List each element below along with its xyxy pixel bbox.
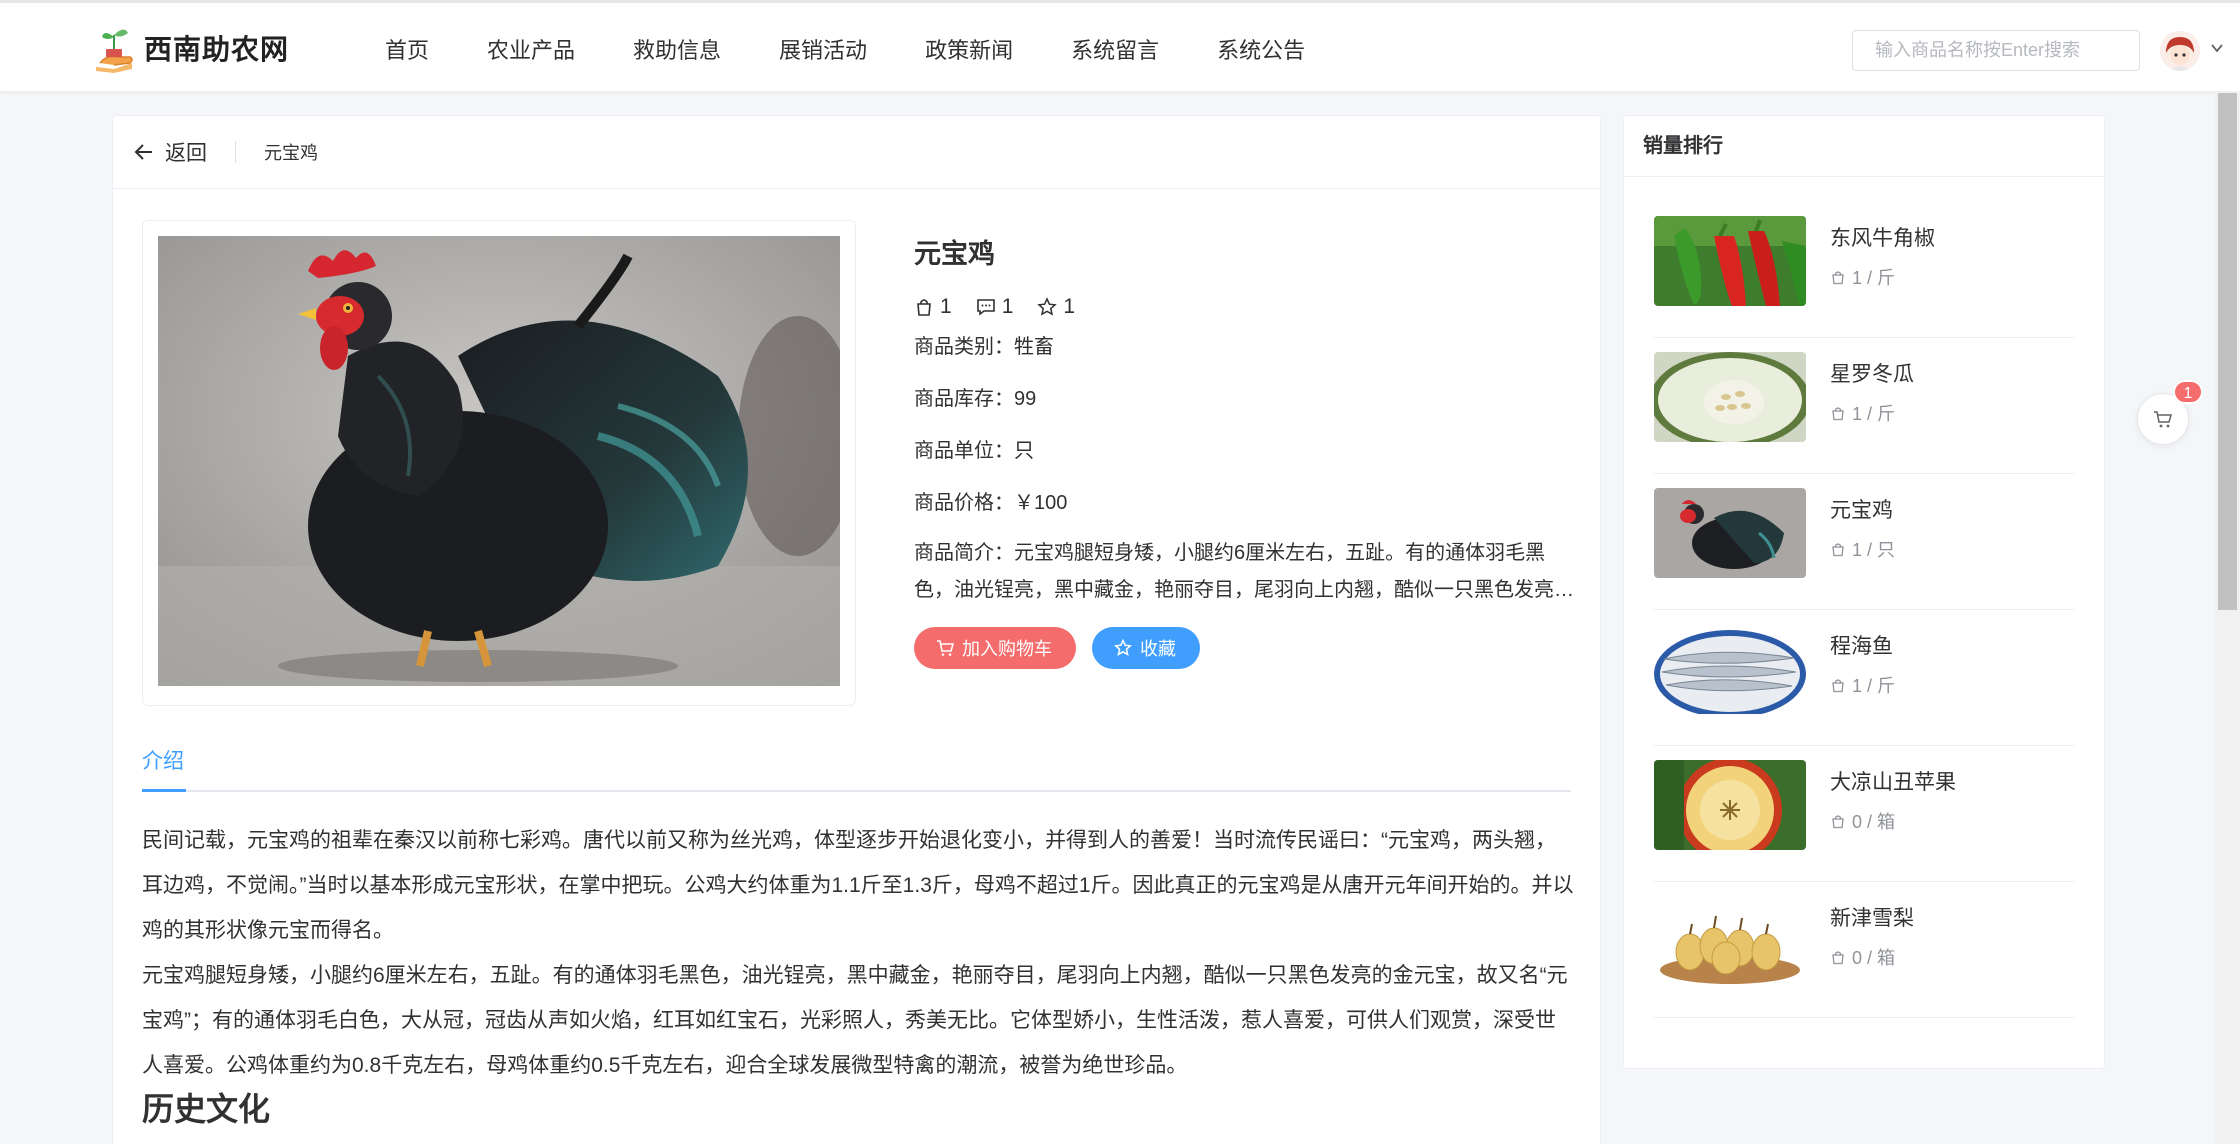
product-price: 商品价格：￥100	[914, 492, 1068, 514]
product-detail-card: 返回 元宝鸡 元宝鸡 1 1 1 商品类别：牲畜 商品库存：99 商品单位：只 …	[112, 115, 1601, 1144]
description-paragraph: 民间记载，元宝鸡的祖辈在秦汉以前称七彩鸡。唐代以前又称为丝光鸡，体型逐步开始退化…	[142, 829, 1574, 942]
product-thumbnail	[1654, 896, 1806, 986]
shopping-bag-icon	[917, 299, 931, 316]
logo-icon	[96, 29, 133, 73]
ranking-item-name: 新津雪梨	[1830, 907, 1914, 930]
favorite-button[interactable]: 收藏	[1092, 627, 1200, 669]
nav-announcements[interactable]: 系统公告	[1217, 33, 1305, 65]
product-description: 民间记载，元宝鸡的祖辈在秦汉以前称七彩鸡。唐代以前又称为丝光鸡，体型逐步开始退化…	[142, 818, 1574, 1088]
ranking-item[interactable]: 新津雪梨 0 / 箱	[1654, 882, 2074, 1018]
nav-messages[interactable]: 系统留言	[1071, 33, 1159, 65]
product-thumbnail	[1654, 624, 1806, 714]
ranking-item-name: 东风牛角椒	[1830, 227, 1935, 250]
tab-introduction[interactable]: 介绍	[142, 744, 186, 792]
ranking-item-meta: 1 / 斤	[1852, 676, 1896, 696]
ranking-item-sales: 1 / 斤	[1830, 400, 1895, 426]
star-icon	[1037, 297, 1058, 316]
sales-ranking-card: 销量排行 东风牛角椒 1 / 斤 星罗冬瓜 1 / 斤 元宝鸡 1 / 只 程海…	[1623, 115, 2105, 1069]
shopping-bag-icon	[1832, 679, 1844, 693]
product-image	[158, 236, 840, 686]
main-nav: 首页 农业产品 救助信息 展销活动 政策新闻 系统留言 系统公告	[385, 3, 1363, 94]
favorite-label: 收藏	[1140, 639, 1176, 659]
ranking-list: 东风牛角椒 1 / 斤 星罗冬瓜 1 / 斤 元宝鸡 1 / 只 程海鱼 1 /…	[1624, 177, 2104, 1018]
detail-tabs: 介绍	[142, 744, 1571, 792]
ranking-item[interactable]: 大凉山丑苹果 0 / 箱	[1654, 746, 2074, 882]
product-thumbnail	[1654, 760, 1806, 850]
product-info: 元宝鸡 1 1 1 商品类别：牲畜 商品库存：99 商品单位：只 商品价格：￥1…	[914, 232, 1574, 669]
product-stats: 1 1 1	[914, 293, 1574, 321]
shopping-bag-icon	[1832, 951, 1844, 965]
ranking-title: 销量排行	[1624, 116, 2104, 177]
header-divider	[235, 141, 236, 163]
ranking-item-sales: 1 / 斤	[1830, 264, 1895, 290]
sales-stat: 1	[914, 295, 952, 319]
nav-exhibitions[interactable]: 展销活动	[779, 33, 867, 65]
add-to-cart-button[interactable]: 加入购物车	[914, 627, 1076, 669]
ranking-item[interactable]: 元宝鸡 1 / 只	[1654, 474, 2074, 610]
page-header: 返回 元宝鸡	[113, 116, 1600, 189]
product-intro: 商品简介：元宝鸡腿短身矮，小腿约6厘米左右，五趾。有的通体羽毛黑色，油光锃亮，黑…	[914, 542, 1574, 601]
chevron-down-icon[interactable]	[2210, 41, 2224, 55]
ranking-item-meta: 1 / 斤	[1852, 268, 1896, 288]
top-navbar: 西南助农网 首页 农业产品 救助信息 展销活动 政策新闻 系统留言 系统公告	[0, 0, 2240, 91]
comments-stat: 1	[976, 295, 1014, 319]
site-logo[interactable]: 西南助农网	[92, 23, 289, 73]
ranking-item-sales: 1 / 只	[1830, 536, 1895, 562]
ranking-item-name: 星罗冬瓜	[1830, 363, 1914, 386]
back-button[interactable]: 返回	[133, 137, 207, 167]
cart-icon	[2154, 411, 2172, 428]
ranking-item-name: 大凉山丑苹果	[1830, 771, 1956, 794]
breadcrumb: 元宝鸡	[264, 143, 318, 163]
product-thumbnail	[1654, 216, 1806, 306]
add-to-cart-label: 加入购物车	[962, 639, 1052, 659]
product-title: 元宝鸡	[914, 239, 995, 269]
ranking-item-meta: 1 / 只	[1852, 540, 1896, 560]
cart-count-badge: 1	[2173, 380, 2203, 404]
cart-icon	[937, 640, 954, 656]
sales-count: 1	[940, 295, 952, 318]
product-unit: 商品单位：只	[914, 440, 1034, 462]
star-icon	[1114, 639, 1132, 657]
shopping-bag-icon	[1832, 271, 1844, 285]
nav-products[interactable]: 农业产品	[487, 33, 575, 65]
nav-policy-news[interactable]: 政策新闻	[925, 33, 1013, 65]
search-input[interactable]	[1852, 30, 2140, 71]
favorites-stat: 1	[1037, 295, 1075, 319]
description-paragraph: 元宝鸡腿短身矮，小腿约6厘米左右，五趾。有的通体羽毛黑色，油光锃亮，黑中藏金，艳…	[142, 964, 1568, 1077]
product-category: 商品类别：牲畜	[914, 336, 1054, 358]
avatar[interactable]	[2160, 31, 2200, 71]
ranking-item-meta: 0 / 箱	[1852, 812, 1896, 832]
product-stock: 商品库存：99	[914, 388, 1037, 410]
ranking-item-name: 程海鱼	[1830, 635, 1893, 658]
comment-icon	[976, 299, 995, 316]
ranking-item-meta: 1 / 斤	[1852, 404, 1896, 424]
ranking-item[interactable]: 程海鱼 1 / 斤	[1654, 610, 2074, 746]
site-name: 西南助农网	[144, 34, 290, 65]
product-actions: 加入购物车 收藏	[914, 627, 1574, 669]
shopping-bag-icon	[1832, 815, 1844, 829]
shopping-bag-icon	[1832, 543, 1844, 557]
product-thumbnail	[1654, 352, 1806, 442]
back-label: 返回	[165, 142, 207, 165]
scrollbar-thumb[interactable]	[2218, 93, 2237, 610]
ranking-item-sales: 0 / 箱	[1830, 944, 1895, 970]
product-image-frame	[142, 220, 856, 706]
comments-count: 1	[1001, 295, 1014, 318]
ranking-item[interactable]: 东风牛角椒 1 / 斤	[1654, 202, 2074, 338]
ranking-item-meta: 0 / 箱	[1852, 948, 1896, 968]
section-heading: 历史文化	[142, 1091, 271, 1127]
ranking-item-sales: 1 / 斤	[1830, 672, 1895, 698]
product-thumbnail	[1654, 488, 1806, 578]
shopping-bag-icon	[1832, 407, 1844, 421]
ranking-item[interactable]: 星罗冬瓜 1 / 斤	[1654, 338, 2074, 474]
ranking-item-sales: 0 / 箱	[1830, 808, 1895, 834]
favorites-count: 1	[1063, 295, 1076, 318]
nav-home[interactable]: 首页	[385, 33, 429, 65]
arrow-left-icon	[134, 144, 152, 160]
nav-aid-info[interactable]: 救助信息	[633, 33, 721, 65]
avatar-image	[2160, 31, 2200, 71]
ranking-item-name: 元宝鸡	[1830, 499, 1893, 522]
